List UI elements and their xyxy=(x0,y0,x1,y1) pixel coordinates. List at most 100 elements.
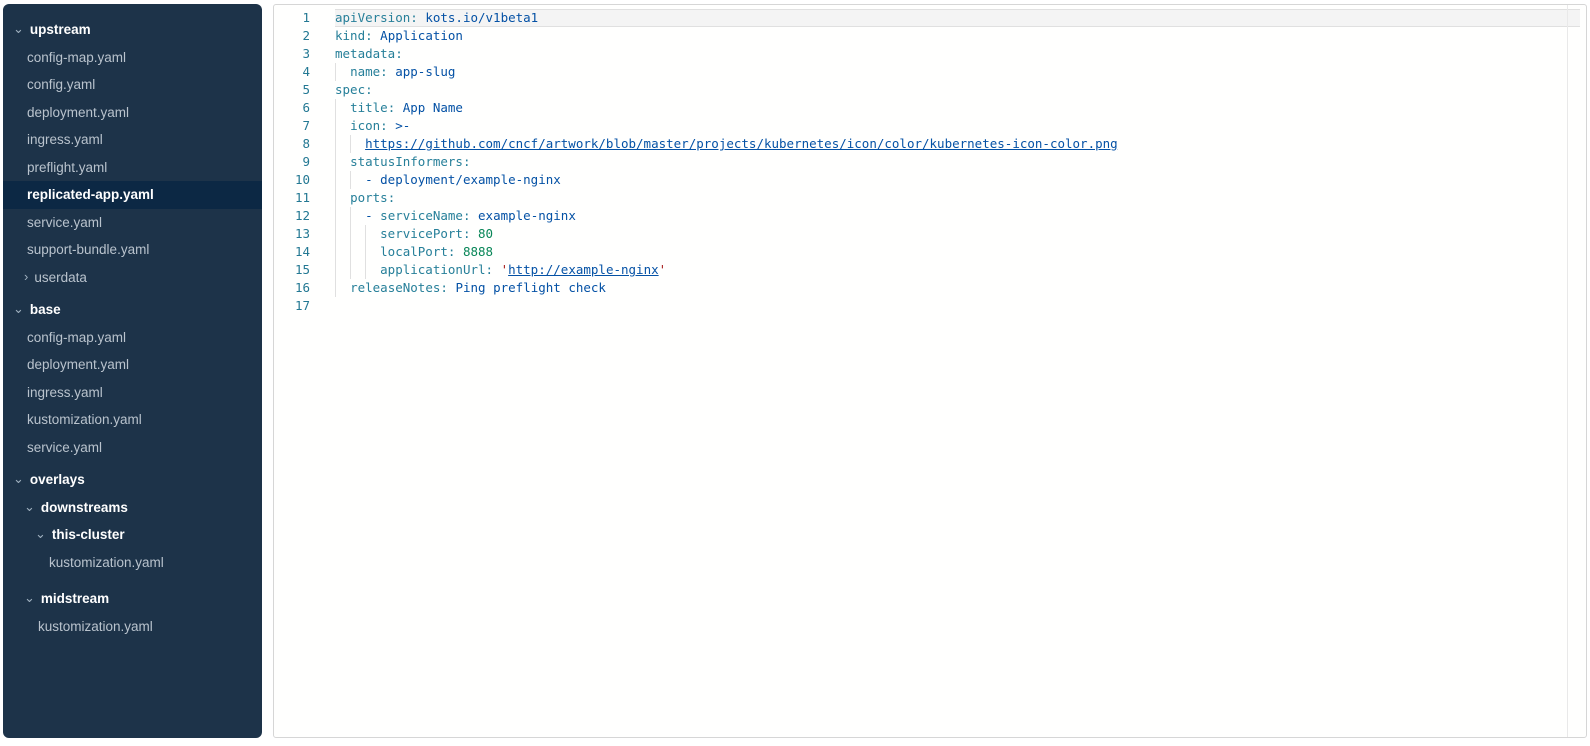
tree-folder-overlays[interactable]: ⌄overlays xyxy=(3,466,262,494)
code-token xyxy=(395,100,403,115)
code-token: statusInformers: xyxy=(350,154,470,169)
code-line-12[interactable]: 12 - serviceName: example-nginx xyxy=(274,207,1586,225)
tree-file-preflight-yaml[interactable]: preflight.yaml xyxy=(3,154,262,182)
code-line-14[interactable]: 14 localPort: 8888 xyxy=(274,243,1586,261)
chevron-down-icon: ⌄ xyxy=(24,500,35,513)
code-token: spec: xyxy=(335,82,373,97)
code-token: name: xyxy=(350,64,388,79)
chevron-down-icon: ⌄ xyxy=(35,527,46,540)
code-line-10[interactable]: 10 - deployment/example-nginx xyxy=(274,171,1586,189)
line-number: 8 xyxy=(274,135,310,153)
tree-folder-midstream[interactable]: ⌄midstream xyxy=(3,585,262,613)
code-link[interactable]: https://github.com/cncf/artwork/blob/mas… xyxy=(365,136,1118,151)
tree-file-config-yaml[interactable]: config.yaml xyxy=(3,71,262,99)
tree-item-label: kustomization.yaml xyxy=(27,412,142,427)
code-token xyxy=(335,280,350,295)
chevron-down-icon: ⌄ xyxy=(24,591,35,604)
tree-folder-this-cluster[interactable]: ⌄this-cluster xyxy=(3,521,262,549)
code-line-13[interactable]: 13 servicePort: 80 xyxy=(274,225,1586,243)
line-number: 6 xyxy=(274,99,310,117)
code-line-4[interactable]: 4 name: app-slug xyxy=(274,63,1586,81)
tree-item-label: deployment.yaml xyxy=(27,357,129,372)
code-line-content: title: App Name xyxy=(335,99,1580,117)
line-number: 9 xyxy=(274,153,310,171)
code-token: icon: xyxy=(350,118,388,133)
tree-item-label: userdata xyxy=(34,270,87,285)
tree-folder-userdata[interactable]: ›userdata xyxy=(3,264,262,292)
code-token: apiVersion: xyxy=(335,10,418,25)
indent-guide xyxy=(365,243,366,261)
code-line-content: https://github.com/cncf/artwork/blob/mas… xyxy=(335,135,1580,153)
tree-item-label: ingress.yaml xyxy=(27,385,103,400)
app-window: ⌄upstream config-map.yaml config.yaml deplo… xyxy=(0,0,1590,746)
code-line-8[interactable]: 8 https://github.com/cncf/artwork/blob/m… xyxy=(274,135,1586,153)
code-line-content: icon: >- xyxy=(335,117,1580,135)
line-number: 14 xyxy=(274,243,310,261)
tree-folder-downstreams[interactable]: ⌄ downstreams xyxy=(3,494,262,522)
tree-file-service-yaml[interactable]: service.yaml xyxy=(3,434,262,462)
code-line-15[interactable]: 15 applicationUrl: 'http://example-nginx… xyxy=(274,261,1586,279)
line-number: 3 xyxy=(274,45,310,63)
indent-guide xyxy=(335,117,336,135)
code-line-11[interactable]: 11 ports: xyxy=(274,189,1586,207)
tree-item-label: support-bundle.yaml xyxy=(27,242,149,257)
indent-guide xyxy=(335,261,336,279)
code-line-5[interactable]: 5spec: xyxy=(274,81,1586,99)
code-token xyxy=(470,226,478,241)
tree-item-label: downstreams xyxy=(41,500,128,515)
indent-guide xyxy=(335,99,336,117)
line-number: 12 xyxy=(274,207,310,225)
code-line-content: spec: xyxy=(335,81,1580,99)
indent-guide xyxy=(335,225,336,243)
tree-item-label: preflight.yaml xyxy=(27,160,107,175)
tree-item-label: deployment.yaml xyxy=(27,105,129,120)
code-token: App Name xyxy=(403,100,463,115)
code-line-9[interactable]: 9 statusInformers: xyxy=(274,153,1586,171)
tree-file-kustomization-yaml[interactable]: kustomization.yaml xyxy=(3,549,262,577)
code-line-content: servicePort: 80 xyxy=(335,225,1580,243)
line-number: 10 xyxy=(274,171,310,189)
tree-folder-base[interactable]: ⌄base xyxy=(3,296,262,324)
indent-guide xyxy=(335,135,336,153)
tree-file-service-yaml[interactable]: service.yaml xyxy=(3,209,262,237)
tree-file-support-bundle-yaml[interactable]: support-bundle.yaml xyxy=(3,236,262,264)
tree-item-label: kustomization.yaml xyxy=(38,619,153,634)
indent-guide xyxy=(335,63,336,81)
code-line-6[interactable]: 6 title: App Name xyxy=(274,99,1586,117)
tree-file-deployment-yaml[interactable]: deployment.yaml xyxy=(3,351,262,379)
code-line-17[interactable]: 17 xyxy=(274,297,1586,315)
tree-file-kustomization-yaml[interactable]: kustomization.yaml xyxy=(3,613,262,641)
code-token: ports: xyxy=(350,190,395,205)
tree-item-label: service.yaml xyxy=(27,215,102,230)
tree-folder-upstream[interactable]: ⌄upstream xyxy=(3,16,262,44)
tree-file-config-map-yaml[interactable]: config-map.yaml xyxy=(3,324,262,352)
file-tree-sidebar: ⌄upstream config-map.yaml config.yaml deplo… xyxy=(3,4,262,738)
indent-guide xyxy=(335,207,336,225)
tree-item-label: replicated-app.yaml xyxy=(27,187,154,202)
line-number: 7 xyxy=(274,117,310,135)
tree-file-deployment-yaml[interactable]: deployment.yaml xyxy=(3,99,262,127)
line-number: 16 xyxy=(274,279,310,297)
tree-file-ingress-yaml[interactable]: ingress.yaml xyxy=(3,126,262,154)
tree-item-label: config-map.yaml xyxy=(27,50,126,65)
indent-guide xyxy=(350,207,351,225)
tree-file-replicated-app-yaml[interactable]: replicated-app.yaml xyxy=(3,181,262,209)
code-line-content: - serviceName: example-nginx xyxy=(335,207,1580,225)
code-token xyxy=(335,118,350,133)
code-line-1[interactable]: 1apiVersion: kots.io/v1beta1 xyxy=(274,9,1586,27)
code-line-7[interactable]: 7 icon: >- xyxy=(274,117,1586,135)
code-token: releaseNotes: xyxy=(350,280,448,295)
tree-file-ingress-yaml[interactable]: ingress.yaml xyxy=(3,379,262,407)
code-editor[interactable]: 1apiVersion: kots.io/v1beta12kind: Appli… xyxy=(273,4,1587,738)
chevron-down-icon: ⌄ xyxy=(13,472,24,485)
code-token: servicePort: xyxy=(380,226,470,241)
code-line-2[interactable]: 2kind: Application xyxy=(274,27,1586,45)
code-line-3[interactable]: 3metadata: xyxy=(274,45,1586,63)
tree-file-kustomization-yaml[interactable]: kustomization.yaml xyxy=(3,406,262,434)
code-token xyxy=(335,154,350,169)
code-token: 8888 xyxy=(463,244,493,259)
indent-guide xyxy=(365,261,366,279)
tree-file-config-map-yaml[interactable]: config-map.yaml xyxy=(3,44,262,72)
code-link[interactable]: http://example-nginx xyxy=(508,262,659,277)
code-line-16[interactable]: 16 releaseNotes: Ping preflight check xyxy=(274,279,1586,297)
